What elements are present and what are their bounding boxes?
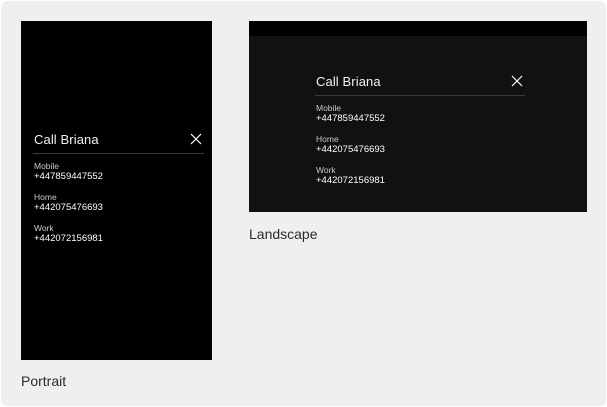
call-dialog: Call Briana Mobile +447859447552 Home +4… [33,131,204,245]
phone-number[interactable]: +442075476693 [34,202,204,214]
phone-number[interactable]: +442072156981 [34,233,204,245]
dialog-header: Call Briana [315,73,525,96]
portrait-caption: Portrait [21,373,67,389]
phone-entry-work[interactable]: Work +442072156981 [34,223,204,245]
phone-label: Home [34,192,57,202]
portrait-screen: Call Briana Mobile +447859447552 Home +4… [21,21,212,360]
status-bar [249,21,587,36]
canvas: Call Briana Mobile +447859447552 Home +4… [1,1,606,406]
phone-number[interactable]: +447859447552 [316,113,525,125]
close-icon [190,133,202,145]
landscape-screen: Call Briana Mobile +447859447552 Home +4… [249,21,587,212]
phone-entry-home[interactable]: Home +442075476693 [316,134,525,156]
landscape-caption: Landscape [249,226,318,242]
phone-number[interactable]: +442072156981 [316,175,525,187]
phone-list: Mobile +447859447552 Home +442075476693 … [33,154,204,245]
phone-label: Work [316,165,336,175]
dialog-header: Call Briana [33,131,204,154]
phone-entry-home[interactable]: Home +442075476693 [34,192,204,214]
phone-label: Mobile [34,161,60,171]
phone-label: Work [34,223,54,233]
phone-label: Mobile [316,103,342,113]
dialog-title: Call Briana [316,74,381,89]
close-button[interactable] [511,75,523,87]
phone-label: Home [316,134,339,144]
close-icon [511,75,523,87]
phone-list: Mobile +447859447552 Home +442075476693 … [315,96,525,187]
close-button[interactable] [190,133,202,145]
dialog-title: Call Briana [34,132,99,147]
phone-number[interactable]: +447859447552 [34,171,204,183]
phone-entry-mobile[interactable]: Mobile +447859447552 [316,103,525,125]
phone-number[interactable]: +442075476693 [316,144,525,156]
phone-entry-work[interactable]: Work +442072156981 [316,165,525,187]
call-dialog: Call Briana Mobile +447859447552 Home +4… [315,73,525,187]
phone-entry-mobile[interactable]: Mobile +447859447552 [34,161,204,183]
landscape-body: Call Briana Mobile +447859447552 Home +4… [249,36,587,212]
